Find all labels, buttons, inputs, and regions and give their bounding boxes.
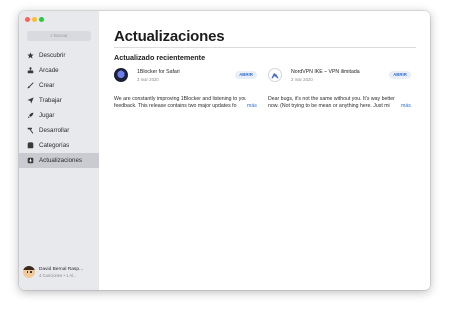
sidebar-item-label: Trabajar xyxy=(39,97,62,104)
sidebar-item-label: Crear xyxy=(39,82,55,89)
paperplane-icon xyxy=(27,97,34,104)
app-store-window: ⌕Buscar Descubrir Arcade Crear Trabajar … xyxy=(19,11,430,290)
star-icon xyxy=(27,52,34,59)
update-card-1blocker: 1Blocker for Safari 3 mar 2020 ABRIR We … xyxy=(114,68,263,128)
sidebar-nav: Descubrir Arcade Crear Trabajar Jugar De… xyxy=(19,48,99,168)
more-link[interactable]: más xyxy=(401,103,411,109)
sidebar-item-descubrir[interactable]: Descubrir xyxy=(19,48,99,63)
sidebar-item-label: Arcade xyxy=(39,67,59,74)
sidebar-item-categorias[interactable]: Categorías xyxy=(19,138,99,153)
search-icon: ⌕ xyxy=(50,33,53,39)
sidebar-item-actualizaciones[interactable]: Actualizaciones xyxy=(19,153,99,168)
user-subtitle: 4 Canciones • 1 Al... xyxy=(39,272,77,278)
sidebar: ⌕Buscar Descubrir Arcade Crear Trabajar … xyxy=(19,11,100,290)
search-input[interactable]: ⌕Buscar xyxy=(27,31,91,41)
update-card-nordvpn: NordVPN IKE – VPN ilimitada 2 mar 2020 A… xyxy=(268,68,417,128)
close-window-button[interactable] xyxy=(25,17,30,22)
categories-icon xyxy=(27,142,34,149)
description-line: now. (Not trying to be mean or anything … xyxy=(268,103,390,110)
brush-icon xyxy=(27,82,34,89)
app-date: 3 mar 2020 xyxy=(137,77,159,82)
zoom-window-button[interactable] xyxy=(39,17,44,22)
app-date: 2 mar 2020 xyxy=(291,77,313,82)
user-name: David Bernal Rasp... xyxy=(39,266,83,272)
sidebar-item-label: Actualizaciones xyxy=(39,157,82,164)
sidebar-item-label: Categorías xyxy=(39,142,70,149)
sidebar-item-desarrollar[interactable]: Desarrollar xyxy=(19,123,99,138)
section-title: Actualizado recientemente xyxy=(114,53,206,62)
open-button[interactable]: ABRIR xyxy=(389,71,411,79)
sidebar-item-label: Desarrollar xyxy=(39,127,70,134)
updates-icon xyxy=(27,157,34,164)
search-placeholder: Buscar xyxy=(53,33,68,38)
divider xyxy=(114,47,416,48)
sidebar-item-label: Jugar xyxy=(39,112,55,119)
sidebar-item-label: Descubrir xyxy=(39,52,66,59)
sidebar-item-trabajar[interactable]: Trabajar xyxy=(19,93,99,108)
rocket-icon xyxy=(27,112,34,119)
app-description: Dear bugs, it's not the same without you… xyxy=(268,96,400,111)
hammer-icon xyxy=(27,127,34,134)
avatar xyxy=(23,266,35,278)
page-title: Actualizaciones xyxy=(114,28,225,45)
app-name[interactable]: NordVPN IKE – VPN ilimitada xyxy=(291,69,360,75)
main-content: Actualizaciones Actualizado recientement… xyxy=(99,11,430,290)
sidebar-item-jugar[interactable]: Jugar xyxy=(19,108,99,123)
sidebar-item-crear[interactable]: Crear xyxy=(19,78,99,93)
mountain-icon xyxy=(271,72,279,79)
description-line: Dear bugs, it's not the same without you… xyxy=(268,96,395,102)
arcade-icon xyxy=(27,67,34,74)
minimize-window-button[interactable] xyxy=(32,17,37,22)
nordvpn-app-icon[interactable] xyxy=(268,68,282,82)
app-name[interactable]: 1Blocker for Safari xyxy=(137,69,180,75)
description-line: We are constantly improving 1Blocker and… xyxy=(114,96,246,102)
1blocker-app-icon[interactable] xyxy=(114,68,128,82)
sidebar-item-arcade[interactable]: Arcade xyxy=(19,63,99,78)
user-account[interactable]: David Bernal Rasp... 4 Canciones • 1 Al.… xyxy=(23,264,97,280)
description-line: feedback. This release contains two majo… xyxy=(114,103,237,110)
app-description: We are constantly improving 1Blocker and… xyxy=(114,96,246,111)
open-button[interactable]: ABRIR xyxy=(235,71,257,79)
more-link[interactable]: más xyxy=(247,103,257,109)
